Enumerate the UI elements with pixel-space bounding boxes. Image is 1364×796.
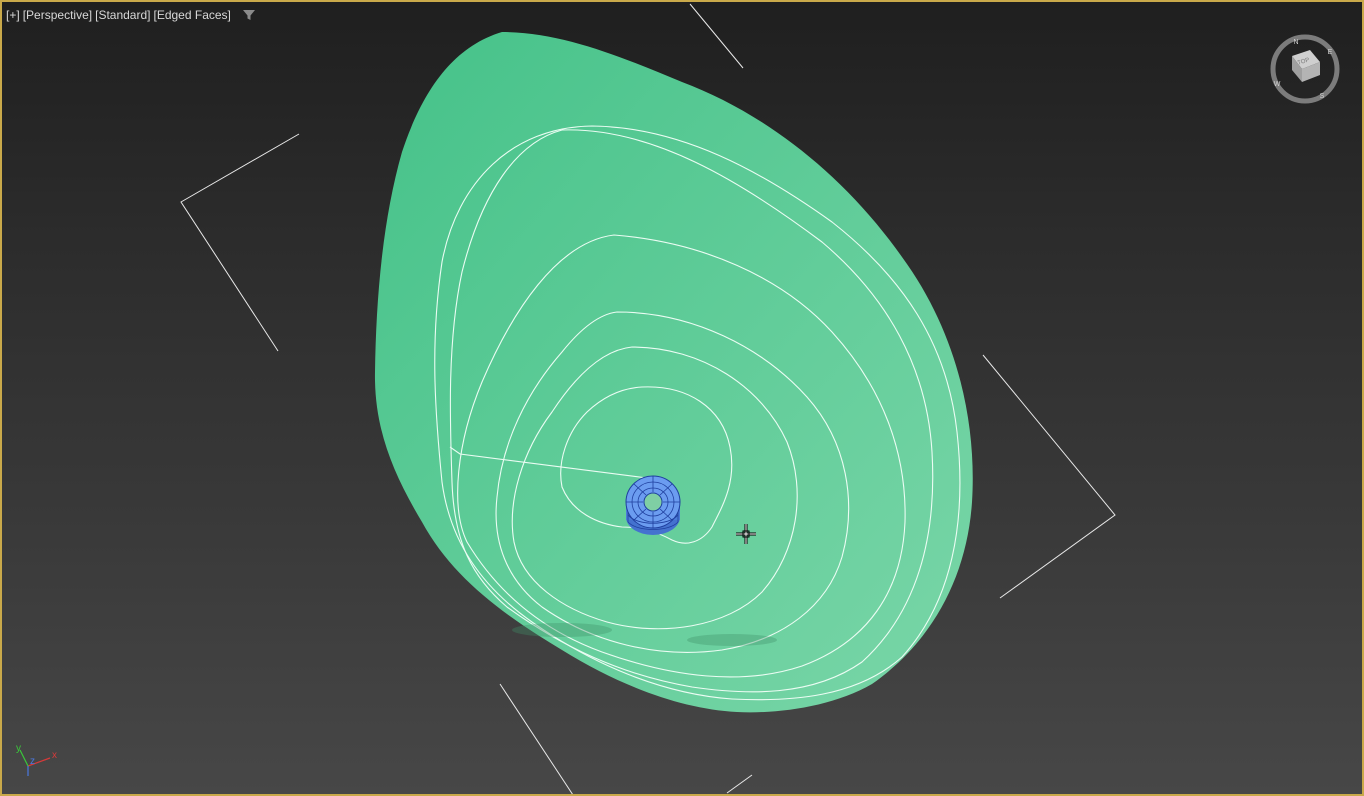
axis-y-label: y bbox=[16, 743, 21, 754]
filter-icon[interactable] bbox=[242, 8, 256, 22]
compass-east-label: E bbox=[1328, 49, 1333, 56]
axis-z-label: z bbox=[30, 756, 35, 767]
compass-west-label: W bbox=[1274, 81, 1281, 88]
viewport-view-label[interactable]: [Perspective] bbox=[23, 8, 92, 22]
viewport-label-bar: [+] [Perspective] [Standard] [Edged Face… bbox=[6, 8, 256, 22]
axis-x-label: x bbox=[52, 750, 57, 761]
compass-south-label: S bbox=[1320, 93, 1325, 100]
viewport-shading-label[interactable]: [Standard] bbox=[95, 8, 150, 22]
perspective-viewport[interactable]: [+] [Perspective] [Standard] [Edged Face… bbox=[0, 0, 1364, 796]
selected-mesh-object[interactable] bbox=[625, 475, 681, 535]
viewcube-icon[interactable]: TOP N E S W bbox=[1268, 32, 1342, 106]
move-crosshair-cursor-icon bbox=[736, 524, 756, 544]
viewport-plus-menu[interactable]: [+] bbox=[6, 8, 20, 22]
axis-triad-icon: x y z bbox=[16, 743, 57, 776]
viewport-display-mode-label[interactable]: [Edged Faces] bbox=[153, 8, 230, 22]
scene-canvas[interactable] bbox=[2, 2, 1364, 796]
terrain-surface[interactable] bbox=[374, 32, 973, 713]
compass-north-label: N bbox=[1293, 39, 1298, 46]
